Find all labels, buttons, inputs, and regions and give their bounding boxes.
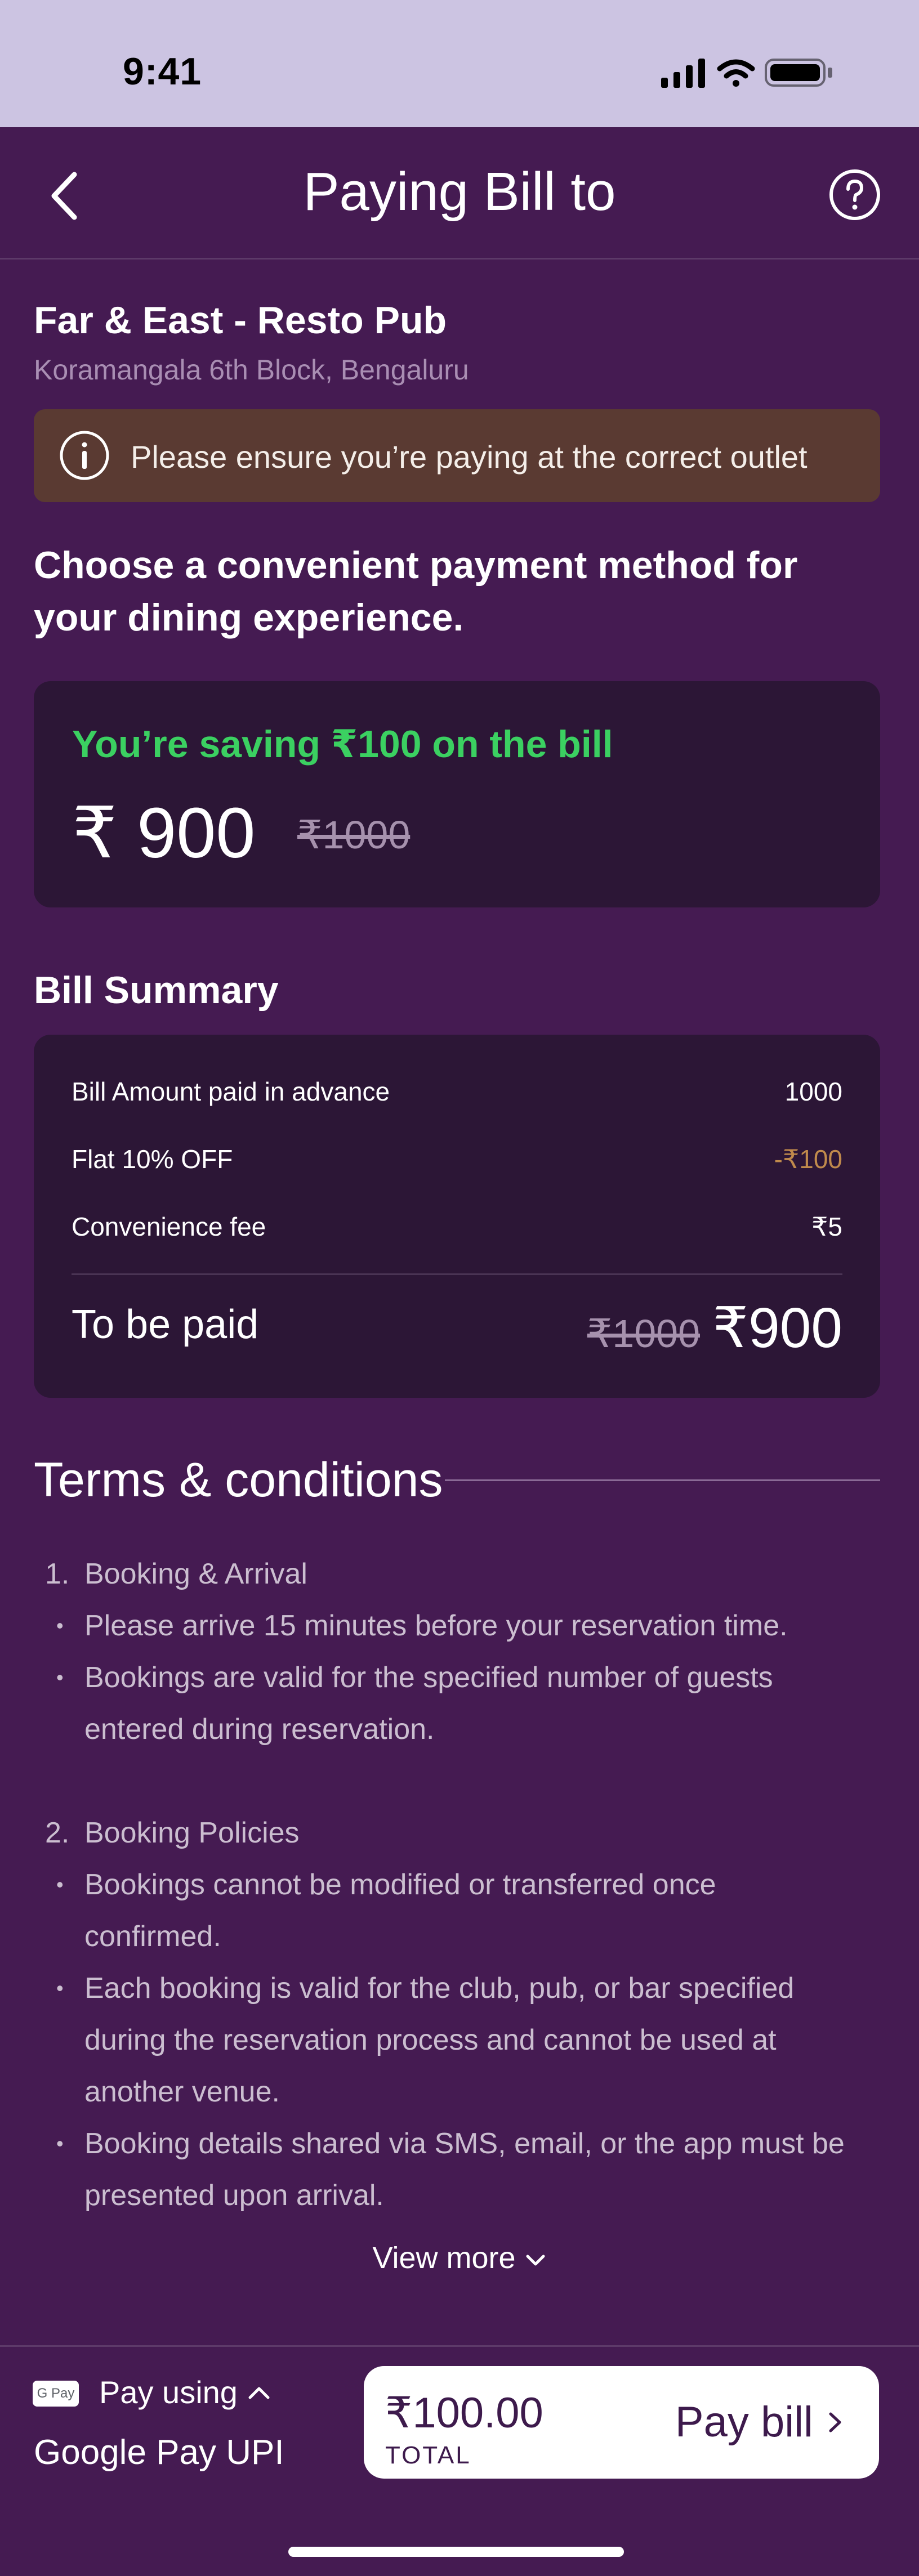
saving-original-amount: ₹1000: [297, 813, 411, 857]
status-time: 9:41: [123, 50, 202, 93]
outlet-notice: Please ensure you’re paying at the corre…: [34, 409, 880, 502]
summary-row-value: ₹5: [811, 1212, 842, 1241]
terms-section-heading: 1. Booking & Arrival: [45, 1548, 878, 1600]
terms-line: Bookings are valid for the specified num…: [84, 1661, 773, 1694]
saving-card: You’re saving ₹100 on the bill ₹ 900 ₹10…: [34, 681, 880, 907]
terms-title: Terms & conditions: [34, 1453, 443, 1507]
terms-line: entered during reservation.: [84, 1713, 435, 1746]
summary-row-label: Bill Amount paid in advance: [72, 1077, 390, 1106]
terms-section-heading: 2. Booking Policies: [45, 1807, 878, 1859]
signal-icon: [661, 59, 705, 88]
info-circle-icon: [60, 431, 109, 480]
terms-line: Each booking is valid for the club, pub,…: [84, 1972, 795, 2005]
terms-divider: [445, 1479, 880, 1481]
summary-row-advance: Bill Amount paid in advance 1000: [72, 1076, 842, 1110]
summary-divider: [72, 1273, 842, 1275]
payment-prompt: Choose a convenient payment method for y…: [34, 544, 798, 639]
summary-row-value: 1000: [784, 1077, 842, 1106]
terms-line: Please arrive 15 minutes before your res…: [84, 1609, 788, 1642]
terms-item: • Please arrive 15 minutes before your r…: [45, 1600, 878, 1652]
bill-summary-title: Bill Summary: [34, 969, 279, 1012]
view-more-button[interactable]: View more: [0, 2240, 919, 2275]
terms-item: • Booking details shared via SMS, email,…: [45, 2118, 878, 2221]
summary-row-value: -₹100: [774, 1144, 842, 1174]
battery-icon: [765, 59, 832, 87]
chevron-down-icon: [526, 2255, 545, 2266]
chevron-right-icon: [829, 2412, 841, 2432]
chevron-up-icon: [248, 2387, 269, 2399]
terms-line: presented upon arrival.: [84, 2179, 384, 2212]
status-bar: 9:41: [0, 0, 919, 127]
pay-using-selector[interactable]: Pay using: [99, 2374, 271, 2410]
pay-bill-button[interactable]: ₹100.00 TOTAL Pay bill: [364, 2366, 879, 2479]
pay-amount: ₹100.00: [385, 2389, 543, 2437]
payment-method-name[interactable]: Google Pay UPI: [34, 2432, 284, 2472]
terms-line: during the reservation process and canno…: [84, 2024, 777, 2056]
venue-address: Koramangala 6th Block, Bengaluru: [34, 354, 469, 386]
pay-bill-label-wrap: Pay bill: [675, 2398, 845, 2447]
total-label: To be paid: [72, 1302, 259, 1347]
bill-summary-card: Bill Amount paid in advance 1000 Flat 10…: [34, 1035, 880, 1398]
saving-label: You’re saving ₹100 on the bill: [72, 723, 613, 766]
top-header: Paying Bill to: [0, 127, 919, 260]
terms-line: another venue.: [84, 2076, 280, 2108]
terms-line: confirmed.: [84, 1920, 221, 1953]
summary-row-label: Convenience fee: [72, 1212, 266, 1241]
summary-row-label: Flat 10% OFF: [72, 1144, 233, 1174]
terms-item: • Bookings are valid for the specified n…: [45, 1652, 878, 1755]
pay-total-label: TOTAL: [385, 2441, 471, 2469]
terms-line: Booking details shared via SMS, email, o…: [84, 2127, 845, 2160]
terms-body: 1. Booking & Arrival • Please arrive 15 m…: [45, 1548, 878, 2221]
terms-section-title: Booking & Arrival: [84, 1558, 307, 1590]
saving-amount: ₹ 900: [72, 793, 256, 873]
view-more-label: View more: [372, 2241, 516, 2275]
bottom-pay-bar: G Pay Pay using Google Pay UPI ₹100.00 T…: [0, 2345, 919, 2576]
terms-section-number: 1.: [45, 1558, 70, 1590]
terms-section-title: Booking Policies: [84, 1817, 300, 1849]
home-indicator: [288, 2547, 624, 2557]
terms-section-number: 2.: [45, 1817, 70, 1849]
summary-row-fee: Convenience fee ₹5: [72, 1211, 842, 1245]
page-title: Paying Bill to: [303, 162, 616, 222]
wifi-icon: [717, 59, 755, 87]
total-final-amount: ₹900: [712, 1296, 842, 1359]
total-original-amount: ₹1000: [587, 1312, 700, 1356]
terms-item: • Bookings cannot be modified or transfe…: [45, 1859, 878, 1962]
question-circle-icon[interactable]: [828, 168, 882, 222]
terms-line: Bookings cannot be modified or transferr…: [84, 1868, 716, 1901]
summary-row-discount: Flat 10% OFF -₹100: [72, 1144, 842, 1178]
status-icons: [661, 59, 832, 88]
terms-item: • Each booking is valid for the club, pu…: [45, 1962, 878, 2118]
pay-bill-label: Pay bill: [675, 2398, 813, 2446]
google-pay-logo-icon: G Pay: [33, 2381, 79, 2407]
venue-name: Far & East - Resto Pub: [34, 299, 447, 342]
notice-text: Please ensure you’re paying at the corre…: [131, 439, 808, 475]
pay-using-label: Pay using: [99, 2374, 238, 2410]
